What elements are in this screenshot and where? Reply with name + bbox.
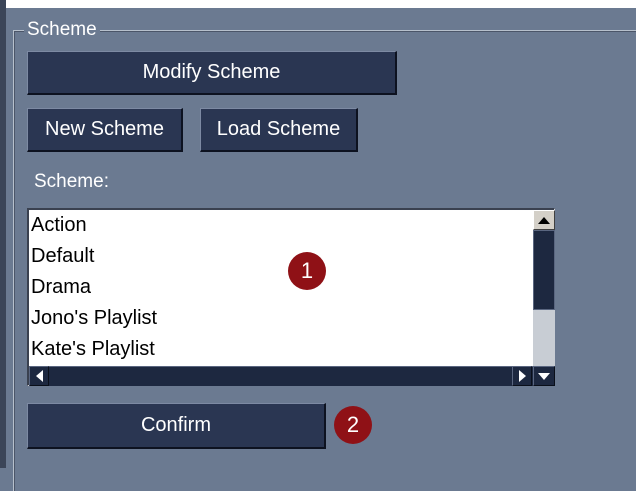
scroll-right-button[interactable] bbox=[512, 366, 532, 386]
scrollbar-corner bbox=[533, 366, 555, 386]
arrow-down-icon bbox=[538, 372, 550, 380]
callout-badge-1: 1 bbox=[288, 252, 326, 290]
arrow-up-icon bbox=[538, 216, 550, 224]
list-item[interactable]: Drama bbox=[29, 272, 533, 303]
list-item[interactable]: Kate's Playlist bbox=[29, 334, 533, 365]
scroll-left-button[interactable] bbox=[29, 366, 49, 386]
scroll-down-button[interactable] bbox=[533, 366, 555, 386]
scroll-up-button[interactable] bbox=[533, 210, 555, 230]
list-item[interactable]: Default bbox=[29, 241, 533, 272]
list-item[interactable]: Jono's Playlist bbox=[29, 303, 533, 334]
list-item[interactable]: Action bbox=[29, 210, 533, 241]
horizontal-scrollbar[interactable] bbox=[29, 366, 533, 386]
new-scheme-button[interactable]: New Scheme bbox=[27, 108, 183, 152]
scheme-list-label: Scheme: bbox=[34, 171, 109, 192]
scheme-list-items: Action Default Drama Jono's Playlist Kat… bbox=[29, 210, 533, 366]
window-top-edge bbox=[0, 0, 636, 8]
callout-badge-2: 2 bbox=[334, 406, 372, 444]
vertical-scrollbar[interactable] bbox=[533, 210, 555, 366]
modify-scheme-button[interactable]: Modify Scheme bbox=[27, 51, 397, 95]
window-left-edge bbox=[0, 0, 6, 468]
groupbox-title: Scheme bbox=[24, 18, 100, 42]
confirm-button[interactable]: Confirm bbox=[27, 403, 326, 449]
arrow-left-icon bbox=[35, 370, 43, 382]
load-scheme-button[interactable]: Load Scheme bbox=[200, 108, 358, 152]
vertical-scroll-thumb[interactable] bbox=[533, 230, 555, 310]
arrow-right-icon bbox=[518, 370, 526, 382]
scheme-listbox[interactable]: Action Default Drama Jono's Playlist Kat… bbox=[27, 208, 555, 386]
